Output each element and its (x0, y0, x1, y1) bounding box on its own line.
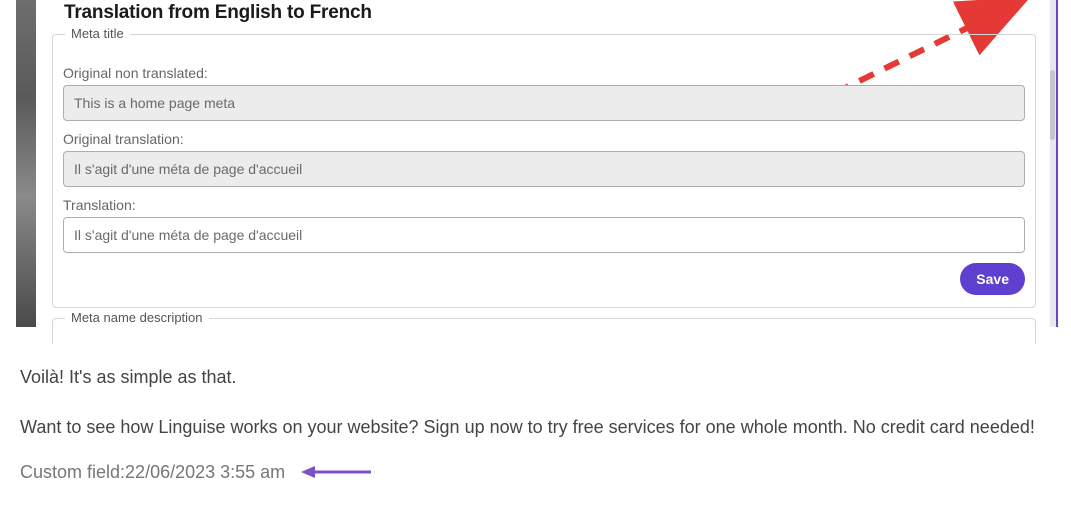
original-non-translated-input (63, 85, 1025, 121)
original-non-translated-label: Original non translated: (63, 65, 1025, 81)
translation-input[interactable] (63, 217, 1025, 253)
original-translation-input (63, 151, 1025, 187)
translation-label: Translation: (63, 197, 1025, 213)
save-button[interactable]: Save (960, 263, 1025, 295)
annotation-purple-arrow (301, 464, 371, 480)
meta-name-description-legend: Meta name description (65, 310, 209, 325)
panel-title: Translation from English to French (64, 2, 1036, 24)
meta-title-fieldset: Meta title Original non translated: Orig… (52, 34, 1036, 308)
left-image-sliver (16, 0, 36, 327)
meta-name-description-fieldset: Meta name description (52, 318, 1036, 344)
article-p1: Voilà! It's as simple as that. (20, 361, 1051, 393)
article-body: Voilà! It's as simple as that. Want to s… (20, 361, 1051, 444)
original-translation-label: Original translation: (63, 131, 1025, 147)
article-p2: Want to see how Linguise works on your w… (20, 411, 1051, 443)
custom-field-row: Custom field: 22/06/2023 3:55 am (20, 462, 1051, 483)
custom-field-value: 22/06/2023 3:55 am (125, 462, 285, 483)
scrollbar[interactable] (1050, 0, 1058, 327)
screenshot-inset: Translation from English to French Meta … (16, 0, 1058, 327)
custom-field-label: Custom field: (20, 462, 125, 483)
translation-panel: Translation from English to French Meta … (52, 0, 1036, 344)
meta-title-legend: Meta title (65, 26, 130, 41)
